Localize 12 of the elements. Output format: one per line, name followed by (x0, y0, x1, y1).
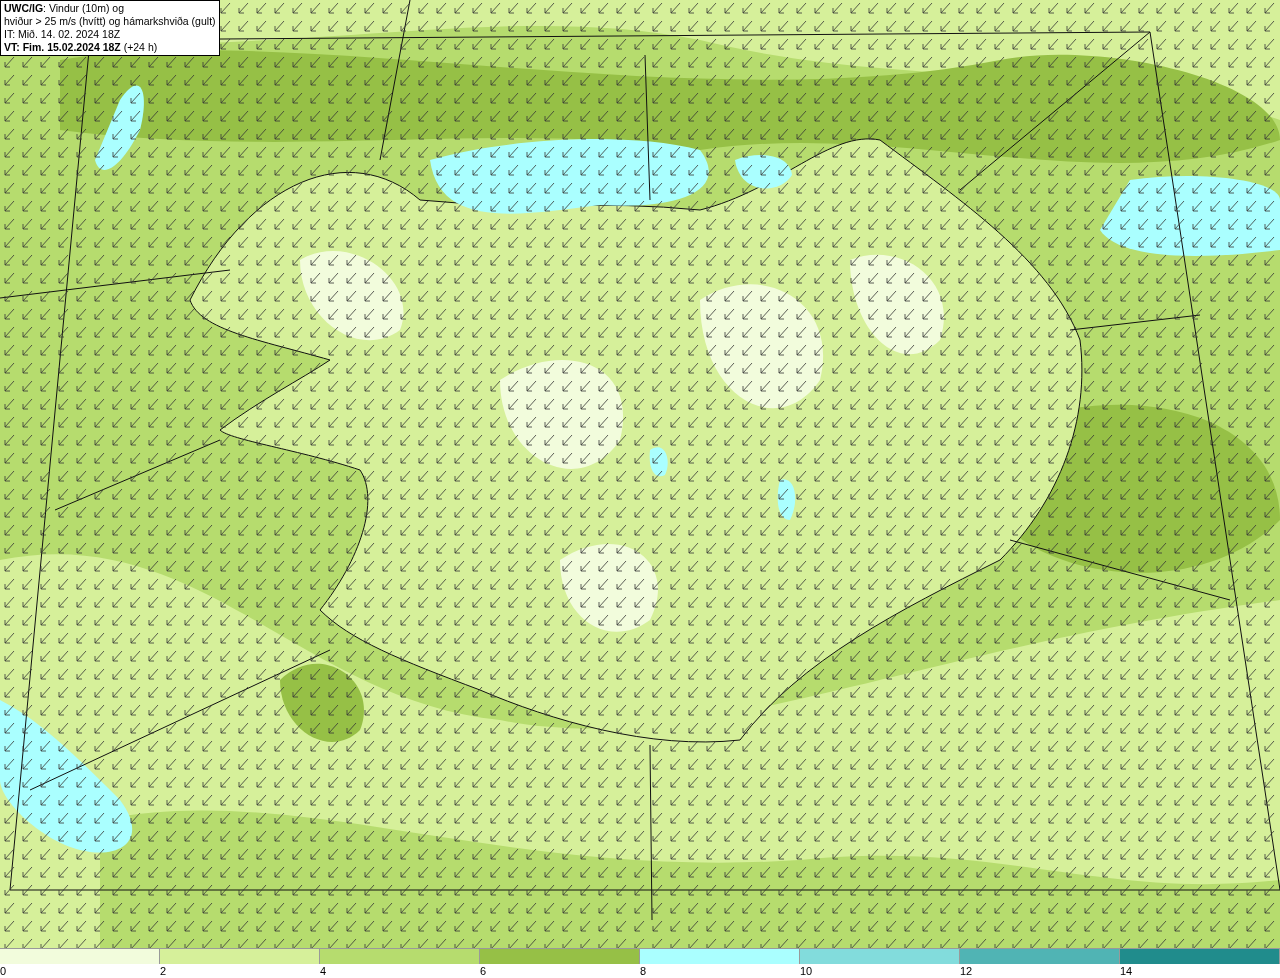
title-text: hviður > 25 m/s (hvítt) og hámarkshviða (gult) (4, 15, 216, 28)
legend-tick-label: 12 (960, 964, 973, 978)
legend-tick-label: 0 (0, 964, 7, 978)
title-text: VT: Fim. 15.02.2024 18Z (+24 h) (4, 41, 159, 54)
legend-tick-label: 8 (640, 964, 647, 978)
legend-tick-label: 10 (800, 964, 813, 978)
legend-tick-label: 14 (1120, 964, 1133, 978)
title-text: IT: Mið. 14. 02. 2024 18Z (4, 28, 122, 41)
legend-tick-label: 4 (320, 964, 327, 978)
legend-tick-label: 6 (480, 964, 487, 978)
legend-tick-label: 2 (160, 964, 167, 978)
title-text: UWC/IG: Vindur (10m) og (4, 2, 125, 15)
